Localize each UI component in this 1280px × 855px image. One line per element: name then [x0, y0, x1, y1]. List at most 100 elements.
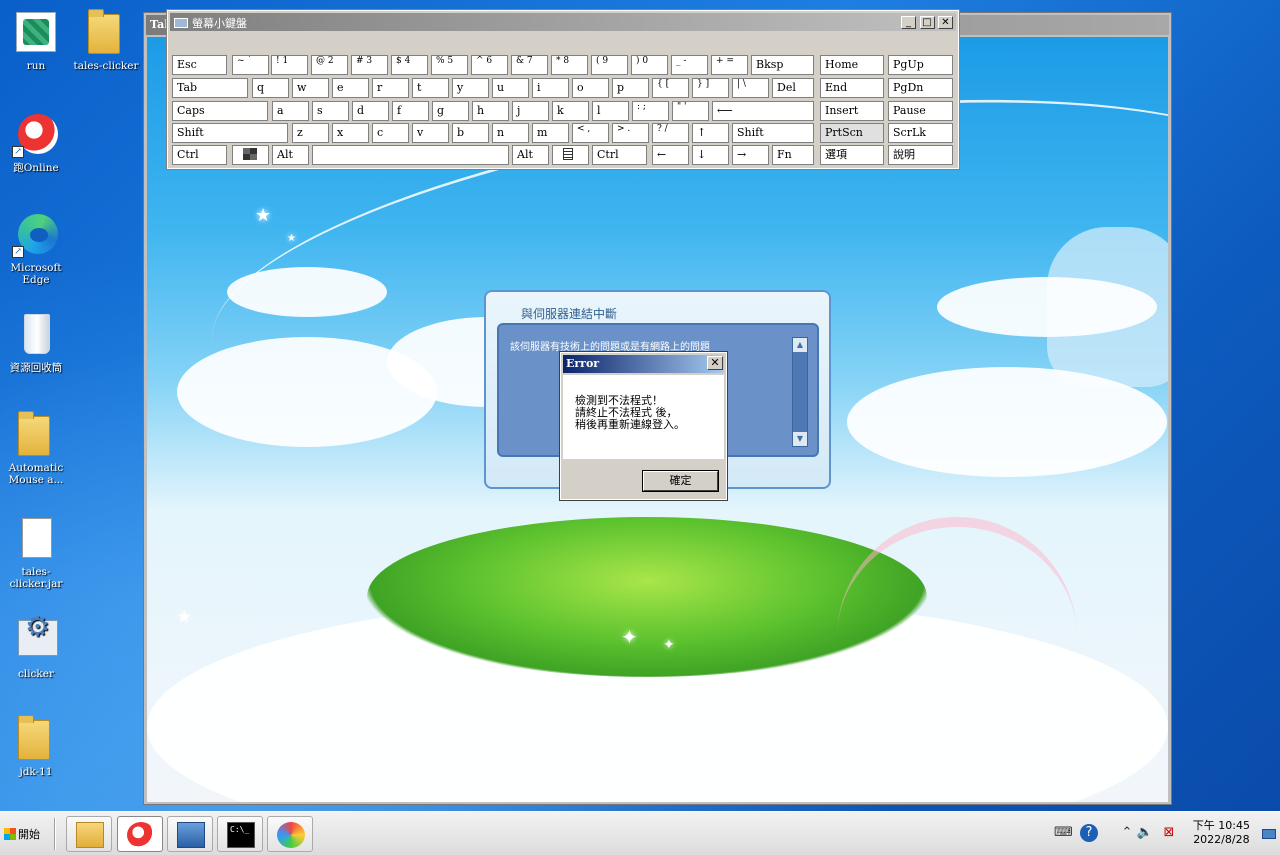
desktop-icon-automatic-mouse[interactable]: Automatic Mouse a...: [0, 410, 72, 486]
taskbar-computer-management[interactable]: [167, 816, 213, 852]
key-del[interactable]: Del: [772, 78, 814, 98]
key-v[interactable]: v: [412, 123, 449, 143]
server-panel-scrollbar[interactable]: ▲ ▼: [792, 337, 808, 447]
key-a[interactable]: a: [272, 101, 309, 121]
close-button[interactable]: ✕: [938, 16, 953, 29]
speaker-icon[interactable]: 🔈: [1136, 824, 1154, 842]
key-symbol-3-11[interactable]: ↑: [692, 123, 729, 143]
key-menu[interactable]: [552, 145, 589, 165]
taskbar-clock[interactable]: 下午 10:45 2022/8/28: [1193, 819, 1250, 847]
key-p[interactable]: p: [612, 78, 649, 98]
key-w[interactable]: w: [292, 78, 329, 98]
key-j[interactable]: j: [512, 101, 549, 121]
key-tab[interactable]: Tab: [172, 78, 248, 98]
taskbar-file-explorer[interactable]: [66, 816, 112, 852]
key-y[interactable]: y: [452, 78, 489, 98]
key-symbol-3-8[interactable]: < ,: [572, 123, 609, 143]
key-t[interactable]: t: [412, 78, 449, 98]
key-windows[interactable]: [232, 145, 269, 165]
key-l[interactable]: l: [592, 101, 629, 121]
taskbar-paint[interactable]: [267, 816, 313, 852]
key-esc[interactable]: Esc: [172, 55, 227, 75]
key-6[interactable]: ^ 6: [471, 55, 508, 75]
desktop-icon-run[interactable]: run: [0, 8, 72, 72]
key-pgup[interactable]: PgUp: [888, 55, 953, 75]
key-5[interactable]: % 5: [431, 55, 468, 75]
key-caps[interactable]: Caps: [172, 101, 268, 121]
error-dialog-title[interactable]: Error: [563, 355, 724, 373]
key-9[interactable]: ( 9: [591, 55, 628, 75]
key-x[interactable]: x: [332, 123, 369, 143]
key-o[interactable]: o: [572, 78, 609, 98]
key-3[interactable]: # 3: [351, 55, 388, 75]
key-home[interactable]: Home: [820, 55, 884, 75]
key-shift[interactable]: Shift: [172, 123, 288, 143]
key-8[interactable]: * 8: [551, 55, 588, 75]
key-k[interactable]: k: [552, 101, 589, 121]
key-symbol-3-10[interactable]: ? /: [652, 123, 689, 143]
error-close-button[interactable]: ✕: [707, 356, 723, 370]
key-symbol-4-11[interactable]: 選項: [820, 145, 884, 165]
key-symbol-3-9[interactable]: > .: [612, 123, 649, 143]
minimize-button[interactable]: _: [901, 16, 916, 29]
key-symbol-4-7[interactable]: ←: [652, 145, 689, 165]
key-alt[interactable]: Alt: [272, 145, 309, 165]
scroll-up-icon[interactable]: ▲: [793, 338, 807, 352]
key-d[interactable]: d: [352, 101, 389, 121]
osk-title-bar[interactable]: 螢幕小鍵盤 _ □ ✕: [170, 13, 956, 31]
scroll-down-icon[interactable]: ▼: [793, 432, 807, 446]
taskbar-pao-online[interactable]: [117, 816, 163, 852]
key-ctrl[interactable]: Ctrl: [172, 145, 227, 165]
key-q[interactable]: q: [252, 78, 289, 98]
key-symbol-4-8[interactable]: ↓: [692, 145, 729, 165]
key-symbol-4-12[interactable]: 說明: [888, 145, 953, 165]
key-symbol-0-12[interactable]: _ -: [671, 55, 708, 75]
key-2[interactable]: @ 2: [311, 55, 348, 75]
key-n[interactable]: n: [492, 123, 529, 143]
key-space[interactable]: [312, 145, 509, 165]
key-f[interactable]: f: [392, 101, 429, 121]
key-s[interactable]: s: [312, 101, 349, 121]
show-desktop-button[interactable]: [1258, 812, 1280, 855]
key-e[interactable]: e: [332, 78, 369, 98]
key-ctrl[interactable]: Ctrl: [592, 145, 647, 165]
key-1[interactable]: ! 1: [271, 55, 308, 75]
key-symbol-0-1[interactable]: ~ `: [232, 55, 269, 75]
key-7[interactable]: & 7: [511, 55, 548, 75]
key-symbol-2-11[interactable]: " ': [672, 101, 709, 121]
desktop-icon-recycle-bin[interactable]: 資源回收筒: [0, 310, 72, 374]
key-g[interactable]: g: [432, 101, 469, 121]
key-symbol-1-11[interactable]: { [: [652, 78, 689, 98]
key-prtscn[interactable]: PrtScn: [820, 123, 884, 143]
key-scrlk[interactable]: ScrLk: [888, 123, 953, 143]
taskbar-command-prompt[interactable]: C:\_: [217, 816, 263, 852]
key-bksp[interactable]: Bksp: [751, 55, 814, 75]
chevron-up-icon[interactable]: ⌃: [1118, 824, 1136, 842]
maximize-button[interactable]: □: [919, 16, 935, 29]
key-symbol-2-12[interactable]: ⟵: [712, 101, 814, 121]
key-z[interactable]: z: [292, 123, 329, 143]
key-4[interactable]: $ 4: [391, 55, 428, 75]
key-pgdn[interactable]: PgDn: [888, 78, 953, 98]
keyboard-tray-icon[interactable]: ⌨: [1054, 824, 1073, 842]
key-fn[interactable]: Fn: [772, 145, 814, 165]
key-symbol-4-9[interactable]: →: [732, 145, 769, 165]
key-i[interactable]: i: [532, 78, 569, 98]
desktop-icon-edge[interactable]: ↗ Microsoft Edge: [0, 210, 72, 286]
desktop-icon-clicker[interactable]: clicker: [0, 616, 72, 680]
key-alt[interactable]: Alt: [512, 145, 549, 165]
key-c[interactable]: c: [372, 123, 409, 143]
key-pause[interactable]: Pause: [888, 101, 953, 121]
key-b[interactable]: b: [452, 123, 489, 143]
key-r[interactable]: r: [372, 78, 409, 98]
key-0[interactable]: ) 0: [631, 55, 668, 75]
key-u[interactable]: u: [492, 78, 529, 98]
key-insert[interactable]: Insert: [820, 101, 884, 121]
desktop-icon-tales-clicker-folder[interactable]: tales-clicker: [70, 8, 142, 72]
desktop-icon-jdk[interactable]: jdk-11: [0, 714, 72, 778]
key-symbol-1-12[interactable]: } ]: [692, 78, 729, 98]
key-m[interactable]: m: [532, 123, 569, 143]
key-symbol-2-10[interactable]: : ;: [632, 101, 669, 121]
help-icon[interactable]: ?: [1080, 824, 1098, 842]
desktop-icon-pao-online[interactable]: ↗ 跑Online: [0, 110, 72, 174]
